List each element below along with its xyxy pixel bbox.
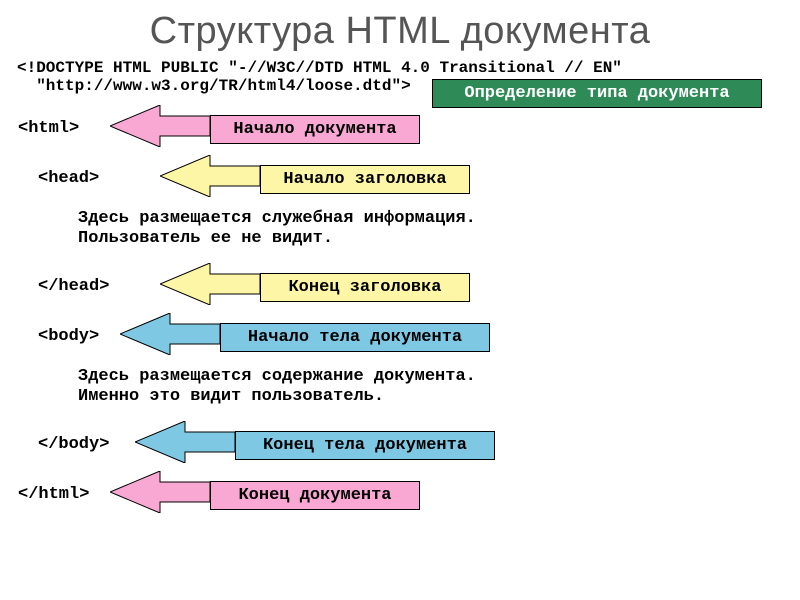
label-head-end: Конец заголовка bbox=[260, 273, 470, 302]
code-head-close: </head> bbox=[38, 277, 109, 296]
doctype-line2: "http://www.w3.org/TR/html4/loose.dtd"> bbox=[17, 77, 411, 95]
label-body-end: Конец тела документа bbox=[235, 431, 495, 460]
code-body-open: <body> bbox=[38, 327, 99, 346]
code-html-open: <html> bbox=[18, 119, 79, 138]
label-head-start: Начало заголовка bbox=[260, 165, 470, 194]
arrow-head-start bbox=[160, 155, 260, 197]
label-doc-end: Конец документа bbox=[210, 481, 420, 510]
code-body-text1: Здесь размещается содержание документа. bbox=[78, 367, 476, 386]
code-html-close: </html> bbox=[18, 485, 89, 504]
arrow-body-end bbox=[135, 421, 235, 463]
doctype-line1: <!DOCTYPE HTML PUBLIC "-//W3C//DTD HTML … bbox=[17, 59, 622, 77]
label-doc-start: Начало документа bbox=[210, 115, 420, 144]
code-body-text2: Именно это видит пользователь. bbox=[78, 387, 384, 406]
arrow-body-start bbox=[120, 313, 220, 355]
code-head-open: <head> bbox=[38, 169, 99, 188]
label-doctype-definition: Определение типа документа bbox=[432, 79, 762, 108]
diagram-stage: <!DOCTYPE HTML PUBLIC "-//W3C//DTD HTML … bbox=[0, 59, 800, 599]
code-head-text1: Здесь размещается служебная информация. bbox=[78, 209, 476, 228]
arrow-head-end bbox=[160, 263, 260, 305]
arrow-doc-end bbox=[110, 471, 210, 513]
label-body-start: Начало тела документа bbox=[220, 323, 490, 352]
code-body-close: </body> bbox=[38, 435, 109, 454]
page-title: Структура HTML документа bbox=[0, 10, 800, 53]
code-head-text2: Пользователь ее не видит. bbox=[78, 229, 333, 248]
arrow-doc-start bbox=[110, 105, 210, 147]
